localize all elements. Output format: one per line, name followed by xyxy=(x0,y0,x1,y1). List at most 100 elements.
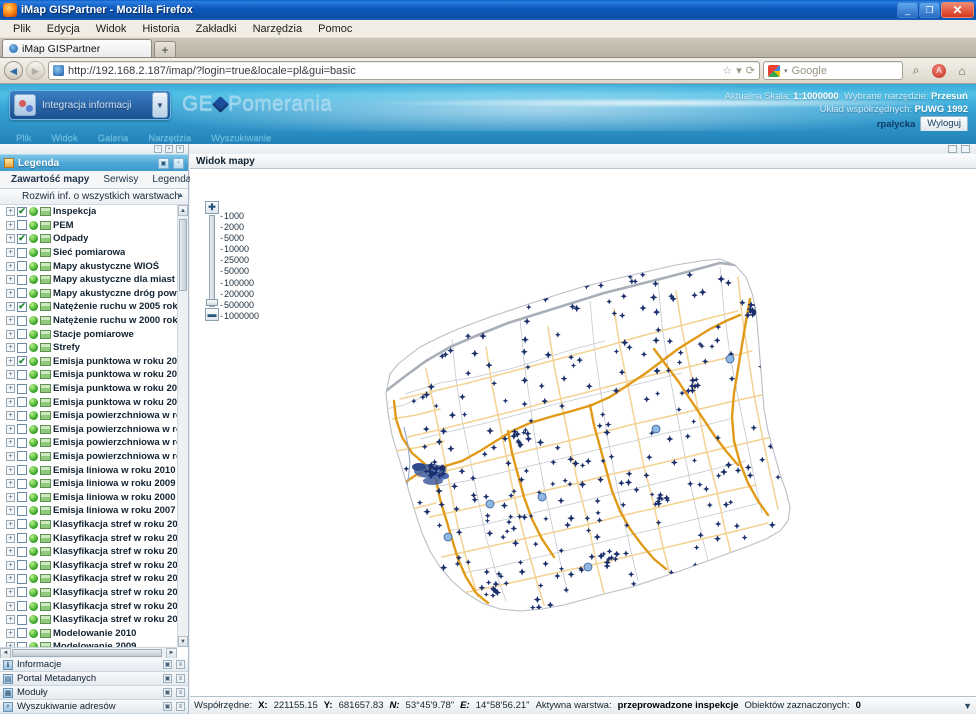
sidebar-panel-wyszukiwanie-adres-w[interactable]: ⌕ Wyszukiwanie adresów ▣ ≡ xyxy=(0,700,188,714)
app-menu-narzedzia[interactable]: Narzędzia xyxy=(138,133,201,144)
sidebar-minimize-icon[interactable]: ▪ xyxy=(165,145,173,153)
reload-icon[interactable]: ⟳ xyxy=(746,64,755,77)
layer-visibility-checkbox[interactable]: ✔ xyxy=(17,206,27,217)
layer-visibility-checkbox[interactable] xyxy=(17,587,27,598)
expand-layer-icon[interactable]: + xyxy=(6,343,15,353)
legend-panel-dock-button[interactable]: ▣ xyxy=(158,157,169,169)
map-canvas[interactable]: ✚ ▬ -1000 -2000 -5000 -10000 -25000 -50000 -10… xyxy=(190,169,976,696)
panel-menu-button[interactable]: ≡ xyxy=(176,702,185,711)
layer-row[interactable]: + Klasyfikacja stref w roku 2008 xyxy=(0,572,177,586)
expand-layer-icon[interactable]: + xyxy=(6,302,15,312)
layer-row[interactable]: + Emisja liniowa w roku 2000 xyxy=(0,490,177,504)
expand-layer-icon[interactable]: + xyxy=(6,492,15,502)
app-menu-wyszukiwanie[interactable]: Wyszukiwanie xyxy=(201,133,281,144)
layer-visibility-checkbox[interactable] xyxy=(17,220,27,231)
layer-visibility-checkbox[interactable] xyxy=(17,465,27,476)
layer-row[interactable]: + Strefy xyxy=(0,341,177,355)
expand-layer-icon[interactable]: + xyxy=(6,560,15,570)
layer-row[interactable]: + Mapy akustyczne dróg powyżej xyxy=(0,287,177,301)
layer-row[interactable]: + Modelowanie 2010 xyxy=(0,626,177,640)
panel-dock-button[interactable]: ▣ xyxy=(163,702,172,711)
horizontal-scroll-thumb[interactable] xyxy=(12,649,162,657)
zoom-in-button[interactable]: ✚ xyxy=(205,201,219,214)
minimize-button[interactable]: _ xyxy=(897,2,918,18)
layer-row[interactable]: + Emisja punktowa w roku 2008 xyxy=(0,382,177,396)
new-tab-button[interactable]: + xyxy=(154,41,176,57)
layer-tree-vertical-scrollbar[interactable]: ▲ ▼ xyxy=(177,205,188,647)
close-button[interactable]: ✕ xyxy=(941,2,974,18)
sidebar-panel-modu-y[interactable]: ▦ Moduły ▣ ≡ xyxy=(0,686,188,700)
zoom-out-button[interactable]: ▬ xyxy=(205,308,219,321)
layer-visibility-checkbox[interactable] xyxy=(17,573,27,584)
tab-serwisy[interactable]: Serwisy xyxy=(96,174,145,185)
layer-row[interactable]: + ✔ Inspekcja xyxy=(0,205,177,219)
expand-layer-icon[interactable]: + xyxy=(6,411,15,421)
layer-row[interactable]: + Emisja punktowa w roku 2009 xyxy=(0,368,177,382)
expand-layer-icon[interactable]: + xyxy=(6,615,15,625)
expand-layer-icon[interactable]: + xyxy=(6,220,15,230)
addon-badge-wrap[interactable]: A xyxy=(929,61,949,81)
expand-layer-icon[interactable]: + xyxy=(6,479,15,489)
sidebar-panel-portal-metadanych[interactable]: ▤ Portal Metadanych ▣ ≡ xyxy=(0,672,188,686)
layer-row[interactable]: + Emisja liniowa w roku 2010 xyxy=(0,463,177,477)
search-bar[interactable]: ▾ Google xyxy=(763,61,903,80)
zoom-tick[interactable]: -500000 xyxy=(220,300,259,311)
layer-visibility-checkbox[interactable] xyxy=(17,397,27,408)
map-zoom-slider[interactable]: ✚ ▬ xyxy=(205,201,219,321)
expand-all-layers-link[interactable]: Rozwiń inf. o wszystkich warstwach ▲ xyxy=(0,189,188,205)
layer-visibility-checkbox[interactable] xyxy=(17,274,27,285)
scroll-right-button[interactable]: ► xyxy=(166,647,177,658)
expand-layer-icon[interactable]: + xyxy=(6,275,15,285)
expand-layer-icon[interactable]: + xyxy=(6,506,15,516)
layer-visibility-checkbox[interactable] xyxy=(17,329,27,340)
layer-row[interactable]: + Sieć pomiarowa xyxy=(0,246,177,260)
layer-visibility-checkbox[interactable] xyxy=(17,410,27,421)
bookmark-star-icon[interactable]: ☆ xyxy=(722,64,732,77)
layer-row[interactable]: + Klasyfikacja stref w roku 2000 xyxy=(0,586,177,600)
vertical-scroll-thumb[interactable] xyxy=(179,219,187,291)
panel-dock-button[interactable]: ▣ xyxy=(163,688,172,697)
panel-dock-button[interactable]: ▣ xyxy=(163,674,172,683)
legend-panel-collapse-button[interactable]: ▫ xyxy=(173,157,184,169)
panel-menu-button[interactable]: ≡ xyxy=(176,660,185,669)
layer-visibility-checkbox[interactable] xyxy=(17,437,27,448)
layer-row[interactable]: + Mapy akustyczne dla miast o lic xyxy=(0,273,177,287)
layer-visibility-checkbox[interactable] xyxy=(17,505,27,516)
expand-layer-icon[interactable]: + xyxy=(6,519,15,529)
expand-layer-icon[interactable]: + xyxy=(6,288,15,298)
zoom-tick[interactable]: -50000 xyxy=(220,266,259,277)
forward-button[interactable]: ► xyxy=(26,61,45,80)
layer-visibility-checkbox[interactable] xyxy=(17,492,27,503)
expand-layer-icon[interactable]: + xyxy=(6,628,15,638)
layer-tree[interactable]: + ✔ Inspekcja + PEM + ✔ Odpady + Sieć pomiarowa + M… xyxy=(0,205,188,658)
zoom-tick[interactable]: -5000 xyxy=(220,233,259,244)
layer-visibility-checkbox[interactable]: ✔ xyxy=(17,356,27,367)
expand-layer-icon[interactable]: + xyxy=(6,547,15,557)
sidebar-restore-icon[interactable]: ▫ xyxy=(154,145,162,153)
layer-tree-horizontal-scrollbar[interactable]: ◄ ► xyxy=(0,647,177,658)
expand-layer-icon[interactable]: + xyxy=(6,424,15,434)
sidebar-panel-informacje[interactable]: ℹ Informacje ▣ ≡ xyxy=(0,658,188,672)
status-expand-caret-icon[interactable]: ▼ xyxy=(963,701,972,711)
zoom-tick[interactable]: -200000 xyxy=(220,289,259,300)
layer-visibility-checkbox[interactable] xyxy=(17,261,27,272)
expand-layer-icon[interactable]: + xyxy=(6,207,15,217)
expand-layer-icon[interactable]: + xyxy=(6,574,15,584)
search-magnifier-icon[interactable]: ⌕ xyxy=(906,61,926,81)
panel-dock-button[interactable]: ▣ xyxy=(163,660,172,669)
layer-row[interactable]: + ✔ Natężenie ruchu w 2005 roku xyxy=(0,300,177,314)
expand-layer-icon[interactable]: + xyxy=(6,451,15,461)
layer-row[interactable]: + PEM xyxy=(0,219,177,233)
zoom-tick[interactable]: -25000 xyxy=(220,255,259,266)
zoom-tick[interactable]: -100000 xyxy=(220,278,259,289)
map-restore-icon[interactable] xyxy=(948,145,957,153)
layer-visibility-checkbox[interactable]: ✔ xyxy=(17,301,27,312)
expand-layer-icon[interactable]: + xyxy=(6,356,15,366)
module-selector[interactable]: Integracja informacji ▼ xyxy=(9,90,171,120)
logout-button[interactable]: Wyloguj xyxy=(920,116,968,131)
module-caret-icon[interactable]: ▼ xyxy=(152,92,168,118)
expand-layer-icon[interactable]: + xyxy=(6,316,15,326)
layer-visibility-checkbox[interactable] xyxy=(17,451,27,462)
panel-menu-button[interactable]: ≡ xyxy=(176,688,185,697)
tab-zawartosc-mapy[interactable]: Zawartość mapy xyxy=(4,174,96,185)
